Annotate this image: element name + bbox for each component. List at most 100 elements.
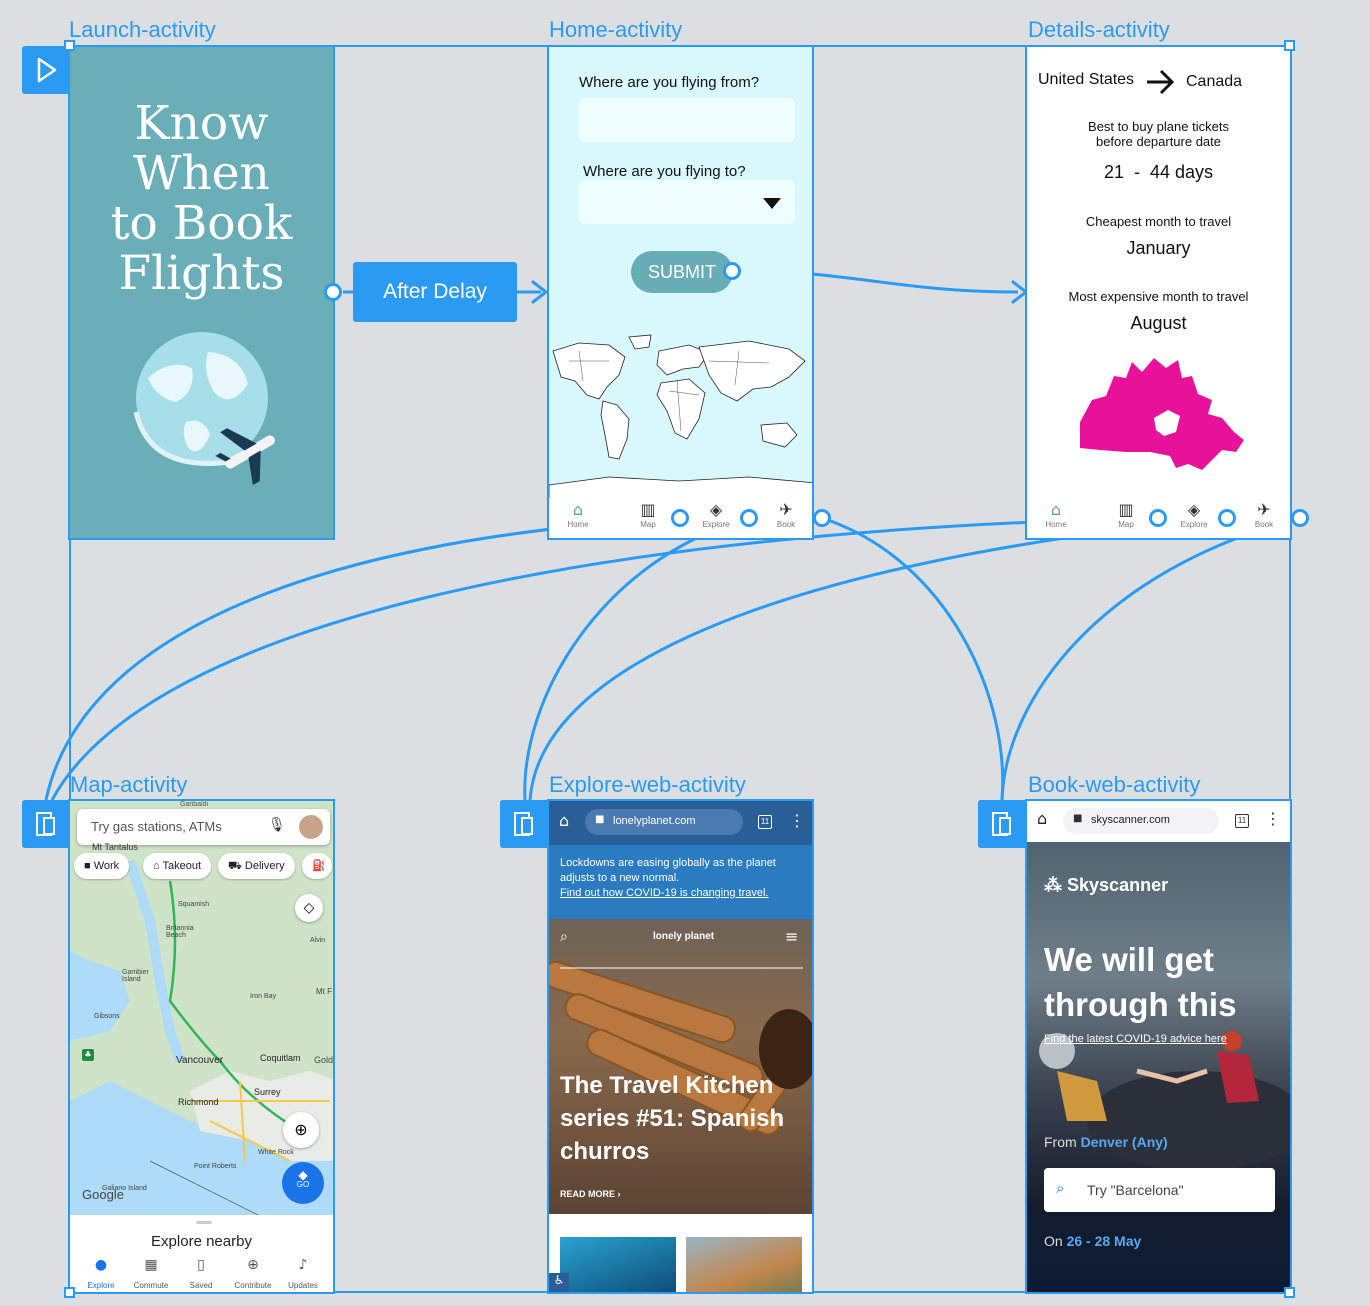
park-icon: ♣: [82, 1049, 94, 1061]
sheet-handle[interactable]: [196, 1221, 212, 1224]
google-logo: Google: [82, 1187, 124, 1202]
briefcase-icon: ■: [84, 860, 91, 872]
chip-work[interactable]: ■ Work: [74, 853, 130, 879]
delivery-icon: ⛟: [228, 860, 242, 872]
start-flow-button[interactable]: [22, 46, 70, 94]
url-bar[interactable]: ■ lonelyplanet.com: [585, 809, 743, 835]
takeout-icon: ⌂: [153, 860, 160, 872]
to-label: Where are you flying to?: [583, 163, 746, 180]
nav-saved[interactable]: ▯ Saved: [178, 1257, 224, 1292]
connection-node[interactable]: [1149, 509, 1167, 527]
connection-node[interactable]: [1291, 509, 1309, 527]
chip-delivery[interactable]: ⛟ Delivery: [218, 853, 295, 879]
from-country: United States: [1038, 71, 1135, 88]
nav-commute[interactable]: ▦ Commute: [128, 1257, 174, 1292]
tab-map[interactable]: ▥ Map: [1103, 500, 1149, 529]
lonely-planet-logo[interactable]: lonely planet: [653, 931, 714, 942]
device-icon: [36, 812, 55, 836]
device-tag-explore[interactable]: [500, 800, 548, 848]
accessibility-icon[interactable]: ♿: [549, 1273, 569, 1292]
place-label: Point Roberts: [194, 1163, 237, 1170]
search-icon[interactable]: ⌕: [560, 929, 568, 945]
directions-icon: ◆: [298, 1168, 308, 1182]
tab-home[interactable]: ⌂ Home: [1033, 500, 1079, 529]
home-frame[interactable]: Where are you flying from? Where are you…: [547, 45, 814, 540]
home-icon[interactable]: ⌂: [1037, 809, 1047, 828]
home-icon[interactable]: ⌂: [559, 811, 569, 830]
from-input[interactable]: [579, 98, 795, 142]
submit-button[interactable]: SUBMIT: [631, 251, 733, 293]
launch-frame[interactable]: Know When to Book Flights: [68, 45, 335, 540]
device-icon: [992, 812, 1011, 836]
covid-link[interactable]: Find out how COVID-19 is changing travel…: [560, 887, 769, 899]
locate-button[interactable]: ⊕: [283, 1112, 319, 1148]
plane-icon: ✈: [1257, 500, 1271, 519]
place-label: Garibaldi: [180, 801, 209, 808]
expensive-label: Most expensive month to travel: [1068, 289, 1249, 304]
device-tag-map[interactable]: [22, 800, 70, 848]
map-search-bar[interactable]: Try gas stations, ATMs 🎙: [77, 809, 330, 845]
best-label-1: Best to buy plane tickets: [1088, 119, 1229, 134]
map-frame[interactable]: Try gas stations, ATMs 🎙 ■ Work ⌂ Takeou…: [68, 799, 335, 1294]
hero-image: ⌕ lonely planet ≡ The Travel Kitchen ser…: [549, 919, 812, 1214]
resize-handle[interactable]: [1284, 1287, 1295, 1298]
nav-contribute[interactable]: ⊕ Contribute: [228, 1257, 278, 1292]
chip-gas[interactable]: ⛽: [302, 853, 332, 879]
article-headline[interactable]: The Travel Kitchen series #51: Spanish c…: [560, 1069, 800, 1168]
tab-count-button[interactable]: 11: [758, 815, 772, 829]
resize-handle[interactable]: [64, 40, 75, 51]
tab-home[interactable]: ⌂ Home: [555, 500, 601, 529]
from-text[interactable]: From Denver (Any): [1044, 1134, 1168, 1150]
resize-handle[interactable]: [1284, 40, 1295, 51]
tab-explore[interactable]: ◈ Explore: [693, 500, 739, 529]
hamburger-menu-icon[interactable]: ≡: [785, 927, 798, 946]
read-more-link[interactable]: READ MORE ›: [560, 1189, 621, 1199]
connection-node[interactable]: [671, 509, 689, 527]
tab-book[interactable]: ✈ Book: [1241, 500, 1287, 529]
skyscanner-logo[interactable]: ⁂ Skyscanner: [1044, 875, 1168, 896]
tab-explore[interactable]: ◈ Explore: [1171, 500, 1217, 529]
place-label: Alvin: [310, 937, 326, 944]
frame-label-details[interactable]: Details-activity: [1028, 18, 1170, 42]
url-bar[interactable]: ■ skyscanner.com: [1063, 808, 1219, 834]
compass-icon: ◈: [1187, 500, 1201, 519]
destination-input[interactable]: ⌕ Try "Barcelona": [1044, 1168, 1275, 1212]
after-delay-trigger[interactable]: After Delay: [353, 262, 517, 322]
gas-icon: ⛽: [312, 860, 326, 872]
connection-node[interactable]: [723, 262, 741, 280]
nav-explore[interactable]: ● Explore: [78, 1257, 124, 1292]
thumb-city[interactable]: [686, 1237, 802, 1292]
go-button[interactable]: ◆ GO: [282, 1162, 324, 1204]
book-web-frame[interactable]: ⌂ ■ skyscanner.com 11 ⋮ ⁂ Skyscanner We …: [1025, 799, 1292, 1294]
explore-web-frame[interactable]: ⌂ ■ lonelyplanet.com 11 ⋮ Lockdowns are …: [547, 799, 814, 1294]
layers-button[interactable]: ◇: [295, 894, 323, 922]
thumb-diving[interactable]: [560, 1237, 676, 1292]
canada-map: [1080, 358, 1244, 470]
nav-updates[interactable]: ♪ Updates: [280, 1257, 326, 1292]
lock-icon: ■: [1073, 813, 1083, 824]
chip-takeout[interactable]: ⌂ Takeout: [143, 853, 212, 879]
covid-advice-link[interactable]: Find the latest COVID-19 advice here: [1044, 1033, 1227, 1045]
map-search-input[interactable]: Try gas stations, ATMs: [91, 819, 222, 834]
connection-node[interactable]: [324, 283, 342, 301]
microphone-icon[interactable]: 🎙: [268, 817, 286, 833]
details-frame[interactable]: United States Canada Best to buy plane t…: [1025, 45, 1292, 540]
frame-label-launch[interactable]: Launch-activity: [69, 18, 216, 42]
place-label: Richmond: [178, 1097, 219, 1107]
avatar[interactable]: [299, 815, 323, 839]
device-tag-book[interactable]: [978, 800, 1026, 848]
connection-node[interactable]: [740, 509, 758, 527]
tab-map[interactable]: ▥ Map: [625, 500, 671, 529]
resize-handle[interactable]: [64, 1287, 75, 1298]
connection-node[interactable]: [813, 509, 831, 527]
overflow-menu-icon[interactable]: ⋮: [789, 811, 805, 830]
tab-book[interactable]: ✈ Book: [763, 500, 809, 529]
overflow-menu-icon[interactable]: ⋮: [1265, 809, 1281, 828]
explore-nearby-sheet[interactable]: Explore nearby ● Explore ▦ Commute ▯ Saved …: [70, 1215, 333, 1292]
sunrise-icon: ⁂: [1044, 875, 1062, 895]
connection-node[interactable]: [1218, 509, 1236, 527]
dates-text[interactable]: On 26 - 28 May: [1044, 1233, 1141, 1249]
frame-label-home[interactable]: Home-activity: [549, 18, 682, 42]
tab-count-button[interactable]: 11: [1235, 814, 1249, 828]
to-select[interactable]: [579, 180, 795, 224]
